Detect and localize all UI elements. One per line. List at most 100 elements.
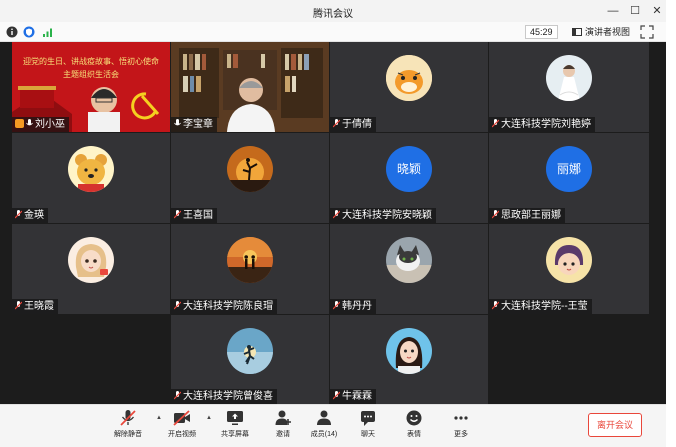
video-tile[interactable]: 大连科技学院曾俊喜 bbox=[171, 315, 329, 404]
mic-muted-icon bbox=[15, 210, 22, 219]
cartoon-girl-avatar-image bbox=[68, 237, 114, 283]
video-tile[interactable]: 金瑛 bbox=[12, 133, 170, 223]
emoji-button[interactable]: 表情 bbox=[390, 408, 438, 444]
meeting-toolbar: 解除静音 ▲ 开启视频 ▲ 共享屏幕 邀请 成员(14) 聊天 表情 更多 离开… bbox=[0, 404, 666, 447]
participant-name-tag: 王晓霞 bbox=[12, 299, 58, 314]
host-icon bbox=[15, 119, 24, 128]
mic-muted-icon bbox=[15, 301, 22, 310]
unmute-button[interactable]: 解除静音 bbox=[104, 408, 152, 444]
participant-name: 大连科技学院曾俊喜 bbox=[183, 391, 273, 402]
maximize-icon[interactable]: ☐ bbox=[626, 2, 644, 20]
participant-avatar bbox=[68, 237, 114, 283]
video-tile[interactable]: 牛霖霖 bbox=[330, 315, 488, 404]
participant-avatar bbox=[227, 327, 273, 374]
mic-muted-icon bbox=[492, 210, 499, 219]
shield-icon[interactable] bbox=[23, 26, 35, 38]
video-tile[interactable]: 晓颖 大连科技学院安晓颖 bbox=[330, 133, 488, 223]
video-tile[interactable]: 迎党的生日、讲战疫故事、悟初心使命 主题组织生活会 刘小巫 bbox=[12, 42, 170, 132]
video-tile[interactable]: 王晓霞 bbox=[12, 224, 170, 314]
participant-name: 金瑛 bbox=[24, 210, 44, 221]
participant-name: 刘小巫 bbox=[35, 119, 65, 130]
mic-icon bbox=[26, 119, 33, 126]
participant-name: 王晓霞 bbox=[24, 301, 54, 312]
close-icon[interactable]: ✕ bbox=[648, 2, 666, 20]
participant-name: 大连科技学院--王莹 bbox=[501, 301, 588, 312]
video-tile[interactable]: 大连科技学院--王莹 bbox=[489, 224, 649, 314]
emoji-icon bbox=[406, 410, 422, 426]
start-video-label: 开启视频 bbox=[168, 431, 196, 438]
mic-muted-icon bbox=[492, 301, 499, 310]
members-label: 成员(14) bbox=[310, 431, 338, 438]
participant-avatar bbox=[227, 146, 273, 192]
info-icon[interactable] bbox=[6, 26, 18, 38]
window-title: 腾讯会议 bbox=[313, 9, 353, 20]
participant-name-tag: 大连科技学院曾俊喜 bbox=[171, 389, 277, 404]
fullscreen-icon[interactable] bbox=[640, 25, 654, 39]
members-icon bbox=[317, 410, 331, 425]
share-screen-icon bbox=[227, 411, 243, 425]
mic-muted-icon bbox=[174, 210, 181, 219]
video-tile[interactable]: 大连科技学院刘艳婷 bbox=[489, 42, 649, 132]
participant-avatar bbox=[386, 55, 432, 101]
minimize-icon[interactable]: — bbox=[604, 2, 622, 20]
emoji-label: 表情 bbox=[407, 431, 421, 438]
signal-icon[interactable] bbox=[42, 26, 54, 38]
members-button[interactable]: 成员(14) bbox=[300, 408, 348, 444]
more-button[interactable]: 更多 bbox=[437, 408, 485, 444]
mic-muted-icon bbox=[333, 119, 340, 128]
girl-photo-avatar-image bbox=[386, 327, 432, 374]
share-screen-button[interactable]: 共享屏幕 bbox=[211, 408, 259, 444]
start-video-button[interactable]: 开启视频 bbox=[158, 408, 206, 444]
more-icon bbox=[454, 416, 468, 420]
window-edge bbox=[666, 0, 676, 447]
participant-name: 李宝章 bbox=[183, 119, 213, 130]
chat-button[interactable]: 聊天 bbox=[344, 408, 392, 444]
sunset-couple-avatar-image bbox=[227, 237, 273, 283]
leave-meeting-button[interactable]: 离开会议 bbox=[588, 413, 642, 437]
participant-name-tag: 大连科技学院--王莹 bbox=[489, 299, 592, 314]
mic-muted-icon bbox=[120, 410, 136, 426]
mic-muted-icon bbox=[174, 391, 181, 400]
video-tile[interactable]: 大连科技学院陈良瑁 bbox=[171, 224, 329, 314]
participant-name: 王喜国 bbox=[183, 210, 213, 221]
participant-name-tag: 王喜国 bbox=[171, 208, 217, 223]
participant-name: 大连科技学院安晓颖 bbox=[342, 210, 432, 221]
video-grid: 迎党的生日、讲战疫故事、悟初心使命 主题组织生活会 刘小巫 李宝章 于倩倩 大连… bbox=[0, 42, 666, 404]
invite-user-icon bbox=[275, 410, 291, 425]
participant-name-tag: 韩丹丹 bbox=[330, 299, 376, 314]
participant-avatar bbox=[227, 237, 273, 283]
speaker-view-button[interactable]: 演讲者视图 bbox=[572, 25, 630, 39]
mic-muted-icon bbox=[174, 301, 181, 310]
video-tile[interactable]: 丽娜 思政部王丽娜 bbox=[489, 133, 649, 223]
participant-name-tag: 刘小巫 bbox=[12, 117, 69, 132]
participant-avatar bbox=[68, 146, 114, 192]
participant-avatar bbox=[386, 237, 432, 283]
participant-name-tag: 大连科技学院安晓颖 bbox=[330, 208, 436, 223]
participant-name: 大连科技学院陈良瑁 bbox=[183, 301, 273, 312]
participant-name: 韩丹丹 bbox=[342, 301, 372, 312]
chat-label: 聊天 bbox=[361, 431, 375, 438]
sunset-taichi-avatar-image bbox=[227, 146, 273, 192]
participant-name-tag: 思政部王丽娜 bbox=[489, 208, 565, 223]
participant-avatar bbox=[546, 55, 592, 101]
participant-avatar: 晓颖 bbox=[386, 146, 432, 192]
meeting-info-bar: 45:29 演讲者视图 bbox=[0, 22, 666, 42]
participant-name-tag: 李宝章 bbox=[171, 117, 217, 132]
chat-icon bbox=[361, 411, 375, 426]
participant-name-tag: 大连科技学院陈良瑁 bbox=[171, 299, 277, 314]
cartoon-kid-avatar-image bbox=[546, 237, 592, 283]
video-tile[interactable]: 李宝章 bbox=[171, 42, 329, 132]
participant-name: 牛霖霖 bbox=[342, 391, 372, 402]
video-tile[interactable]: 于倩倩 bbox=[330, 42, 488, 132]
banner-line-1: 迎党的生日、讲战疫故事、悟初心使命 bbox=[23, 57, 159, 66]
share-screen-label: 共享屏幕 bbox=[221, 431, 249, 438]
meeting-timer: 45:29 bbox=[525, 25, 558, 39]
participant-name-tag: 金瑛 bbox=[12, 208, 48, 223]
mic-muted-icon bbox=[333, 301, 340, 310]
bride-avatar-image bbox=[546, 55, 592, 101]
video-off-icon bbox=[173, 410, 190, 426]
video-tile[interactable]: 王喜国 bbox=[171, 133, 329, 223]
participant-name-tag: 牛霖霖 bbox=[330, 389, 376, 404]
video-tile[interactable]: 韩丹丹 bbox=[330, 224, 488, 314]
mic-muted-icon bbox=[492, 119, 499, 128]
